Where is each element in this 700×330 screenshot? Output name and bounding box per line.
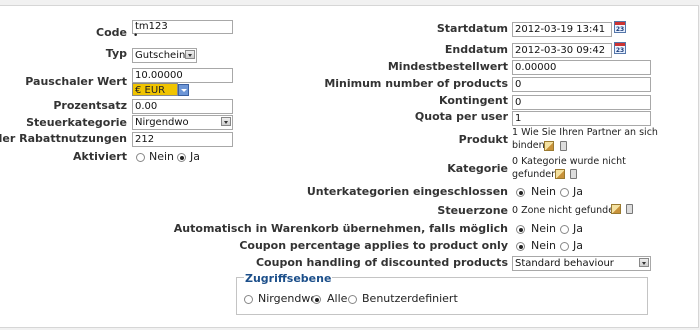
kategorie-value-line1: 0 Kategorie wurde nicht: [512, 156, 626, 167]
chevron-down-icon: [178, 84, 189, 96]
prozentsatz-label: Prozentsatz: [53, 99, 127, 112]
chevron-down-icon: [185, 50, 195, 59]
pauschaler-wert-label: Pauschaler Wert: [25, 75, 127, 88]
edit-icon[interactable]: [555, 169, 565, 179]
enddatum-label: Enddatum: [444, 43, 508, 56]
typ-select[interactable]: Gutscheine: [132, 48, 197, 63]
aktiviert-radio-nein[interactable]: [136, 153, 145, 162]
coupon-pct-option-nein: Nein: [531, 239, 557, 252]
edit-icon[interactable]: [544, 141, 554, 151]
kontingent-label: Kontingent: [438, 94, 508, 107]
startdatum-input[interactable]: 2012-03-19 13:41: [512, 22, 612, 37]
edit-icon[interactable]: [611, 204, 621, 214]
produkt-value-line2: binden: [512, 140, 545, 151]
auto-warenkorb-option-ja: Ja: [573, 222, 583, 235]
zugriffsebene-legend: Zugriffsebene: [244, 272, 333, 286]
unterkategorien-option-nein: Nein: [531, 185, 557, 198]
quota-input[interactable]: 1: [512, 111, 651, 126]
trash-icon[interactable]: [626, 204, 633, 214]
code-input[interactable]: tm123: [132, 20, 233, 34]
auto-warenkorb-radio-ja[interactable]: [560, 225, 569, 234]
steuerkategorie-value: Nirgendwo: [135, 117, 189, 128]
steuerzone-value: 0 Zone nicht gefunden: [512, 205, 621, 216]
typ-label: Typ: [105, 47, 127, 60]
currency-value: € EUR: [135, 85, 166, 96]
currency-select[interactable]: € EUR: [132, 83, 189, 96]
aktiviert-label: Aktiviert: [73, 150, 127, 163]
zugriffsebene-option-alle: Alle: [327, 292, 348, 305]
coupon-discounted-value: Standard behaviour: [515, 258, 614, 269]
produkt-value-line1: 1 Wie Sie Ihren Partner an sich: [512, 127, 658, 138]
coupon-pct-label: Coupon percentage applies to product onl…: [239, 239, 508, 252]
required-marker: •: [133, 31, 139, 41]
unterkategorien-radio-nein[interactable]: [516, 188, 525, 197]
startdatum-label: Startdatum: [436, 22, 508, 35]
pauschaler-wert-input[interactable]: 10.00000: [132, 68, 233, 83]
unterkategorien-option-ja: Ja: [573, 185, 583, 198]
kategorie-label: Kategorie: [447, 162, 508, 175]
zugriffsebene-radio-alle[interactable]: [312, 295, 321, 304]
aktiviert-radio-ja[interactable]: [177, 153, 186, 162]
mindestbestellwert-label: Mindestbestellwert: [387, 60, 508, 73]
coupon-discounted-label: Coupon handling of discounted products: [255, 256, 508, 269]
calendar-icon[interactable]: 23: [614, 21, 626, 33]
calendar-icon[interactable]: 23: [614, 42, 626, 54]
trash-icon[interactable]: [570, 169, 577, 179]
zugriffsebene-option-nirgendwo: Nirgendwo: [258, 292, 318, 305]
typ-select-value: Gutscheine: [135, 50, 192, 61]
auto-warenkorb-label: Automatisch in Warenkorb übernehmen, fal…: [173, 222, 508, 235]
chevron-down-icon: [639, 258, 649, 267]
auto-warenkorb-radio-nein[interactable]: [516, 225, 525, 234]
coupon-form-panel: Code tm123 • Typ Gutscheine Pauschaler W…: [0, 5, 699, 328]
rabattnutzungen-input[interactable]: 212: [132, 132, 233, 147]
kontingent-input[interactable]: 0: [512, 95, 651, 110]
zugriffsebene-option-benutzerdefiniert: Benutzerdefiniert: [362, 292, 458, 305]
min-products-input[interactable]: 0: [512, 77, 651, 92]
coupon-discounted-select[interactable]: Standard behaviour: [512, 256, 651, 271]
zugriffsebene-radio-nirgendwo[interactable]: [244, 295, 253, 304]
aktiviert-option-ja: Ja: [190, 150, 200, 163]
chevron-down-icon: [221, 117, 231, 126]
kategorie-value-line2: gefunden: [512, 169, 558, 180]
coupon-pct-option-ja: Ja: [573, 239, 583, 252]
produkt-label: Produkt: [458, 133, 508, 146]
trash-icon[interactable]: [560, 141, 567, 151]
coupon-pct-radio-nein[interactable]: [516, 242, 525, 251]
steuerkategorie-select[interactable]: Nirgendwo: [132, 115, 233, 130]
quota-label: Quota per user: [414, 110, 508, 123]
auto-warenkorb-option-nein: Nein: [531, 222, 557, 235]
aktiviert-option-nein: Nein: [149, 150, 175, 163]
unterkategorien-label: Unterkategorien eingeschlossen: [306, 185, 508, 198]
mindestbestellwert-input[interactable]: 0.00000: [512, 60, 651, 75]
rabattnutzungen-label: zahl der Rabattnutzungen: [0, 132, 127, 145]
code-label: Code: [96, 26, 127, 39]
min-products-label: Minimum number of products: [324, 77, 508, 90]
zugriffsebene-radio-benutzerdefiniert[interactable]: [348, 295, 357, 304]
enddatum-input[interactable]: 2012-03-30 09:42: [512, 43, 612, 58]
coupon-pct-radio-ja[interactable]: [560, 242, 569, 251]
steuerzone-label: Steuerzone: [437, 204, 508, 217]
unterkategorien-radio-ja[interactable]: [560, 188, 569, 197]
prozentsatz-input[interactable]: 0.00: [132, 99, 233, 114]
steuerkategorie-label: Steuerkategorie: [26, 116, 127, 129]
